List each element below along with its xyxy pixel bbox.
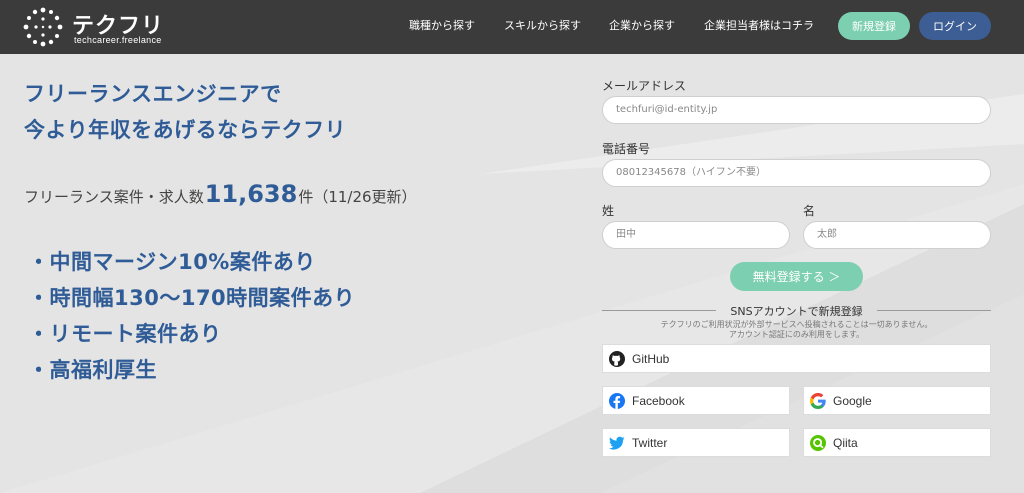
logo-dots-icon [23, 7, 63, 47]
nav-job-type[interactable]: 職種から探す [409, 17, 475, 33]
sns-title-text: SNSアカウントで新規登録 [730, 305, 863, 318]
nav-for-companies[interactable]: 企業担当者様はコチラ [704, 17, 814, 33]
twitter-label: Twitter [632, 435, 668, 450]
google-label: Google [833, 393, 872, 408]
sns-note-line2: アカウント認証にのみ利用をします。 [728, 330, 865, 339]
last-name-field[interactable]: 田中 [602, 221, 790, 249]
nav-company[interactable]: 企業から探す [609, 17, 675, 33]
qiita-login-button[interactable]: Qiita [803, 428, 991, 457]
job-count-number: 11,638 [204, 180, 298, 208]
qiita-label: Qiita [833, 435, 858, 450]
first-name-field[interactable]: 太郎 [803, 221, 991, 249]
github-icon [609, 350, 625, 367]
github-login-button[interactable]: GitHub [602, 344, 991, 373]
email-field[interactable]: techfuri@id-entity.jp [602, 96, 991, 124]
email-label: メールアドレス [602, 79, 687, 93]
phone-label: 電話番号 [602, 142, 651, 156]
twitter-icon [609, 436, 625, 450]
feature-item: ・時間幅130〜170時間案件あり [28, 286, 356, 310]
header-login-button[interactable]: ログイン [919, 12, 991, 40]
first-name-label: 名 [803, 204, 816, 218]
feature-item: ・リモート案件あり [28, 322, 222, 346]
site-header: テクフリ techcareer.freelance 職種から探す スキルから探す… [0, 0, 1024, 54]
facebook-login-button[interactable]: Facebook [602, 386, 790, 415]
google-icon [810, 392, 826, 409]
last-name-label: 姓 [602, 204, 615, 218]
qiita-icon [810, 434, 826, 451]
phone-field[interactable]: 08012345678（ハイフン不要） [602, 159, 991, 187]
sns-section-title: SNSアカウントで新規登録 [602, 303, 991, 318]
site-logo[interactable]: テクフリ techcareer.freelance [22, 6, 182, 50]
google-login-button[interactable]: Google [803, 386, 991, 415]
twitter-login-button[interactable]: Twitter [602, 428, 790, 457]
job-count-stats: フリーランス案件・求人数 11,638 件（11/26更新） [24, 180, 417, 208]
nav-skill[interactable]: スキルから探す [504, 17, 581, 33]
hero-headline-line1: フリーランスエンジニアで [24, 82, 282, 106]
hero-headline-line2: 今より年収をあげるならテクフリ [24, 118, 347, 142]
logo-subtext: techcareer.freelance [74, 35, 162, 45]
facebook-label: Facebook [632, 393, 685, 408]
feature-item: ・高福利厚生 [28, 358, 157, 382]
job-count-prefix: フリーランス案件・求人数 [24, 188, 204, 206]
feature-item: ・中間マージン10%案件あり [28, 250, 316, 274]
facebook-icon [609, 392, 625, 409]
github-label: GitHub [632, 351, 670, 366]
header-register-button[interactable]: 新規登録 [838, 12, 910, 40]
job-count-suffix: 件（11/26更新） [298, 188, 417, 206]
free-register-button[interactable]: 無料登録する ＞ [730, 262, 863, 291]
